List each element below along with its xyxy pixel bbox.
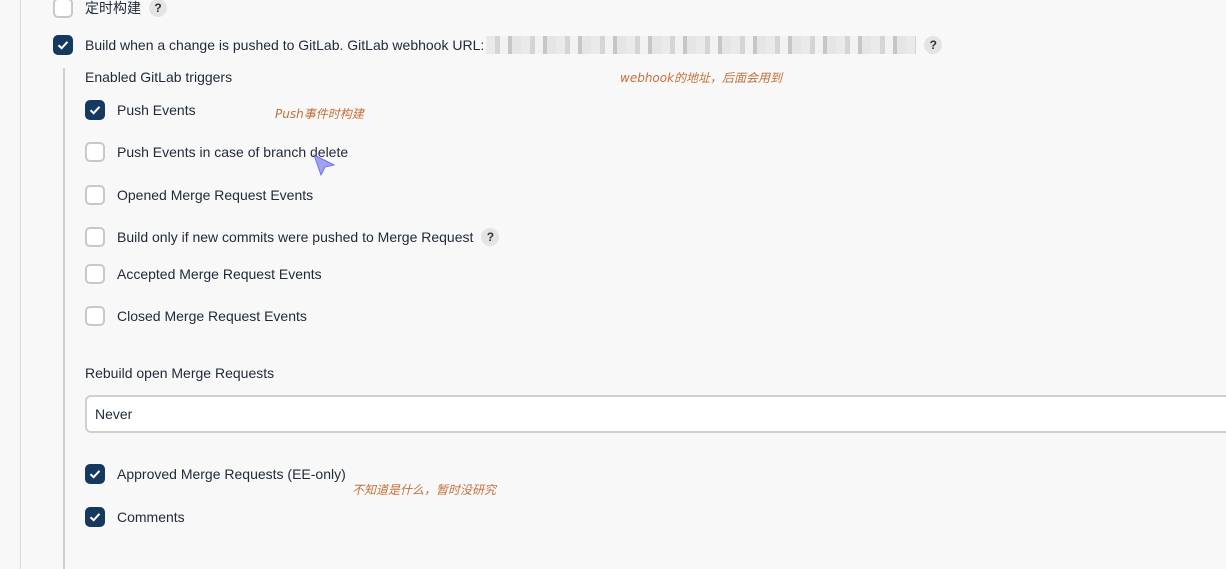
triggers-heading: Enabled GitLab triggers <box>85 69 233 85</box>
check-icon <box>89 470 101 479</box>
closed-mr-checkbox[interactable] <box>85 306 105 326</box>
gitlab-trigger-label: Build when a change is pushed to GitLab.… <box>85 37 485 53</box>
new-commits-help-icon[interactable]: ? <box>481 228 500 246</box>
left-divider <box>20 0 21 569</box>
gitlab-trigger-help-icon[interactable]: ? <box>924 36 943 54</box>
approved-mr-row[interactable]: Approved Merge Requests (EE-only) <box>85 464 346 484</box>
mouse-cursor-icon <box>313 154 336 177</box>
webhook-url-redacted <box>486 36 917 54</box>
push-delete-checkbox[interactable] <box>85 142 105 162</box>
trigger-accepted-mr[interactable]: Accepted Merge Request Events <box>85 264 322 284</box>
check-icon <box>57 41 69 50</box>
accepted-mr-label: Accepted Merge Request Events <box>117 266 322 282</box>
push-note: Push事件时构建 <box>275 107 364 121</box>
trigger-push-delete[interactable]: Push Events in case of branch delete <box>85 142 348 162</box>
check-icon <box>89 513 101 522</box>
timed-build-checkbox[interactable] <box>53 0 73 18</box>
trigger-closed-mr[interactable]: Closed Merge Request Events <box>85 306 307 326</box>
new-commits-mr-checkbox[interactable] <box>85 227 105 247</box>
closed-mr-label: Closed Merge Request Events <box>117 308 307 324</box>
check-icon <box>89 106 101 115</box>
push-events-label: Push Events <box>117 102 196 118</box>
trigger-opened-mr[interactable]: Opened Merge Request Events <box>85 185 313 205</box>
comments-row[interactable]: Comments <box>85 507 185 527</box>
rebuild-select[interactable]: Never <box>85 395 1226 433</box>
accepted-mr-checkbox[interactable] <box>85 264 105 284</box>
timed-build-label: 定时构建 <box>85 0 141 16</box>
opened-mr-checkbox[interactable] <box>85 185 105 205</box>
comments-checkbox[interactable] <box>85 507 105 527</box>
approved-note: 不知道是什么，暂时没研究 <box>352 483 497 497</box>
comments-label: Comments <box>117 509 185 525</box>
approved-mr-label: Approved Merge Requests (EE-only) <box>117 466 346 482</box>
section-indent-rule <box>63 68 65 569</box>
trigger-push-events[interactable]: Push Events <box>85 100 196 120</box>
gitlab-trigger-row[interactable]: Build when a change is pushed to GitLab.… <box>53 35 943 55</box>
rebuild-label: Rebuild open Merge Requests <box>85 365 275 381</box>
webhook-note: webhook的地址，后面会用到 <box>620 71 783 85</box>
trigger-new-commits-mr[interactable]: Build only if new commits were pushed to… <box>85 227 500 247</box>
timed-build-row[interactable]: 定时构建 ? <box>53 0 167 18</box>
approved-mr-checkbox[interactable] <box>85 464 105 484</box>
gitlab-trigger-checkbox[interactable] <box>53 35 73 55</box>
push-events-checkbox[interactable] <box>85 100 105 120</box>
timed-build-help-icon[interactable]: ? <box>149 0 167 17</box>
rebuild-select-value: Never <box>95 406 133 422</box>
new-commits-mr-label: Build only if new commits were pushed to… <box>117 229 474 245</box>
opened-mr-label: Opened Merge Request Events <box>117 187 314 203</box>
